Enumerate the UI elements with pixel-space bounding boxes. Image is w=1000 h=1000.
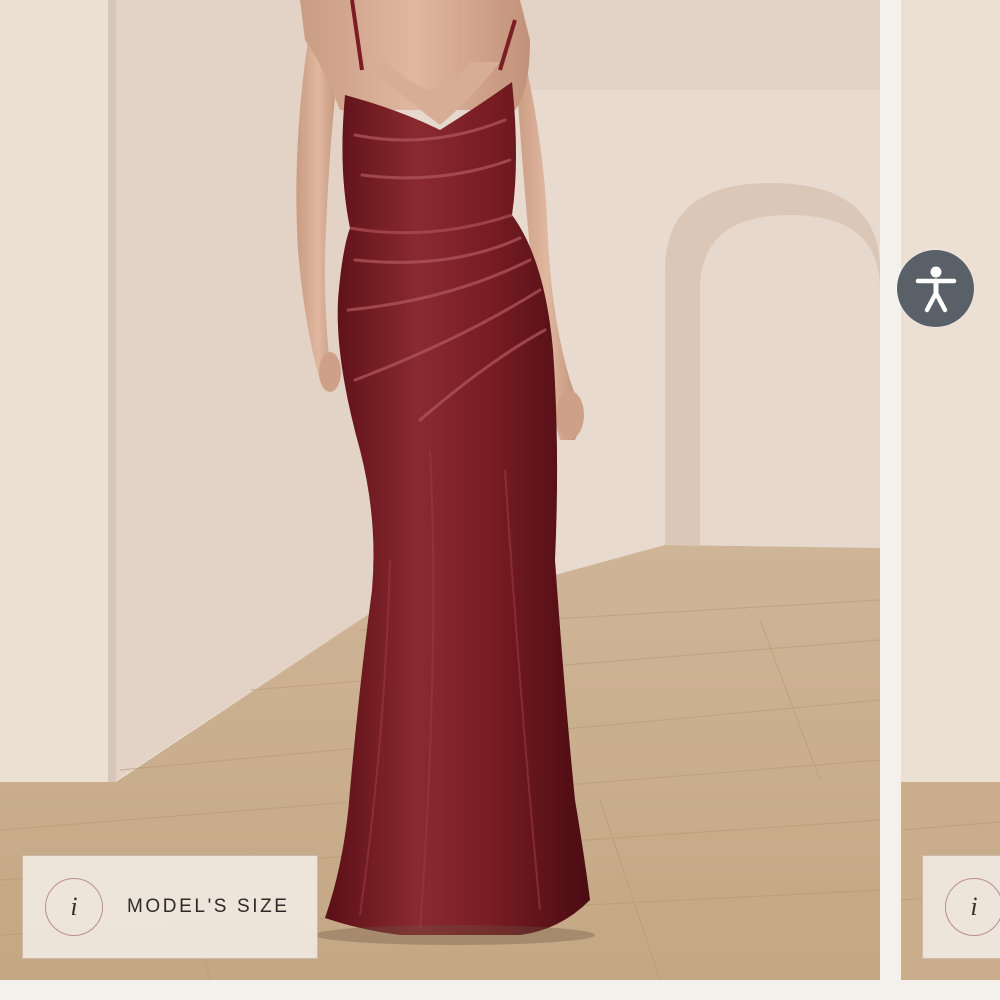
- accessibility-person-icon: [915, 266, 956, 312]
- product-image-next-peek[interactable]: i: [901, 0, 1000, 980]
- info-icon: i: [45, 878, 103, 936]
- accessibility-button[interactable]: [897, 250, 974, 327]
- next-product-photo: [901, 0, 1000, 980]
- product-image-main[interactable]: i MODEL'S SIZE: [0, 0, 880, 980]
- model-size-label: MODEL'S SIZE: [127, 896, 290, 917]
- product-photo: [0, 0, 880, 980]
- product-image-carousel[interactable]: i MODEL'S SIZE i: [0, 0, 1000, 1000]
- model-size-button-next[interactable]: i: [922, 855, 1000, 959]
- model-size-button[interactable]: i MODEL'S SIZE: [22, 855, 318, 959]
- info-icon: i: [945, 878, 1000, 936]
